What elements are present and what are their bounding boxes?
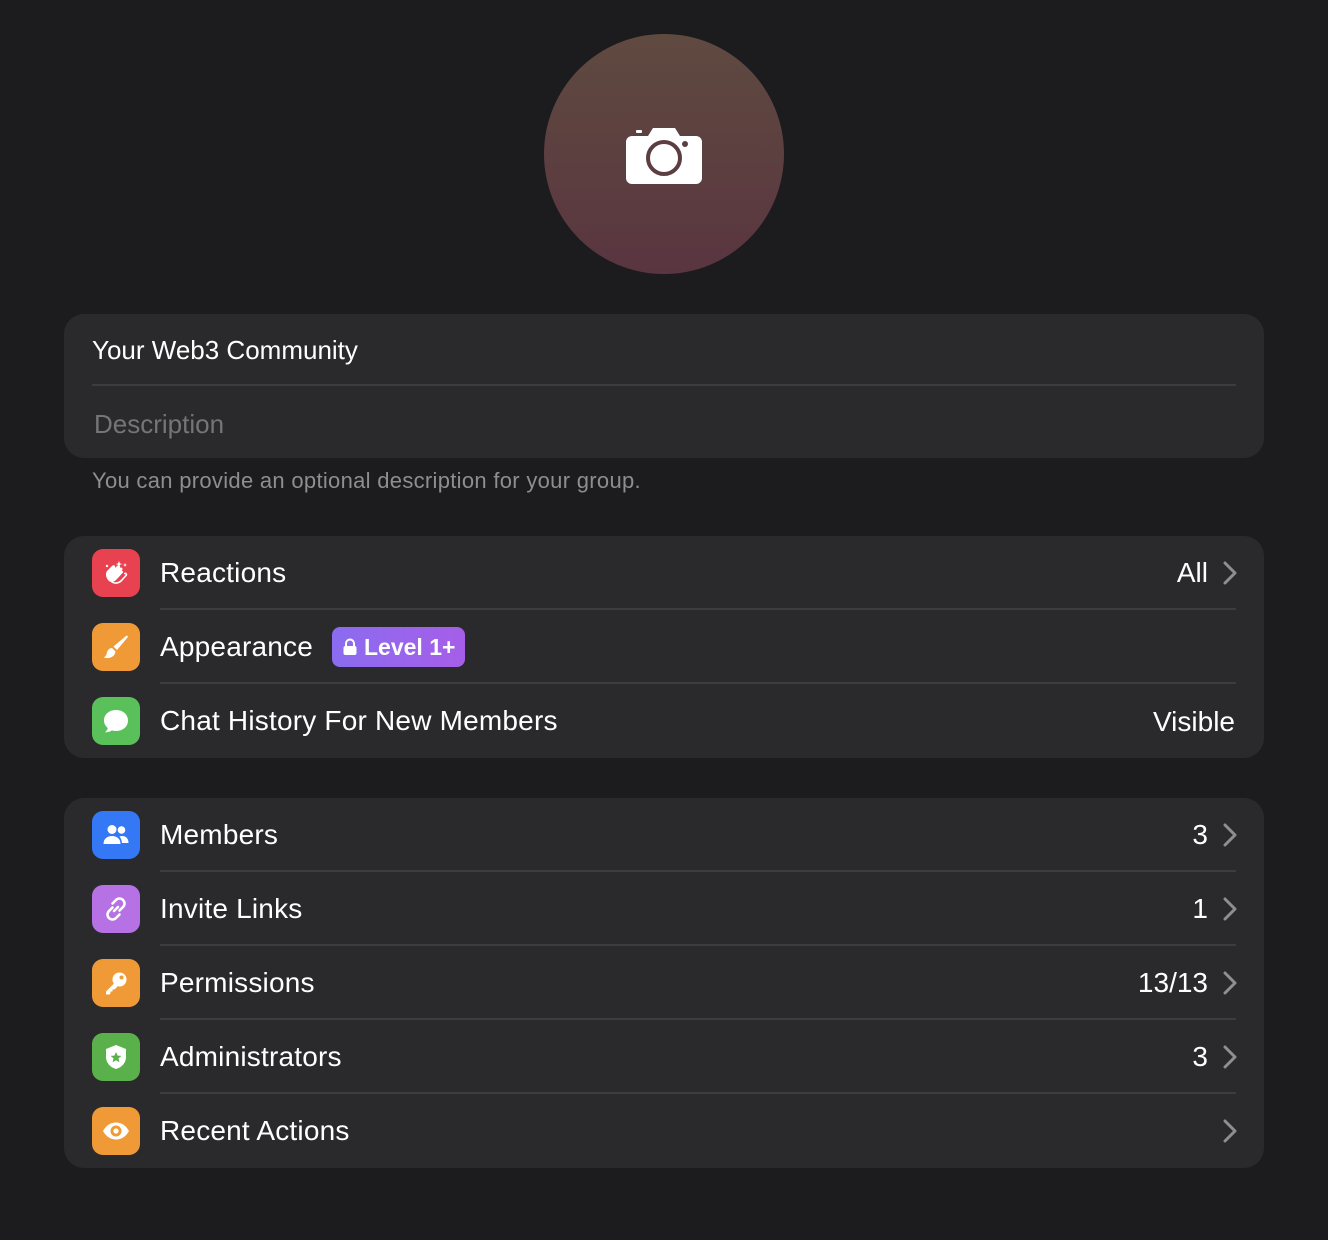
chevron-right-icon [1223, 1119, 1237, 1143]
administrators-count: 3 [1192, 1041, 1208, 1072]
description-helper-text: You can provide an optional description … [92, 468, 641, 493]
reactions-value: All [1176, 557, 1208, 588]
badge-shield-icon [92, 1033, 140, 1081]
recent-actions-label: Recent Actions [160, 1115, 350, 1146]
invite-links-row[interactable]: Invite Links 1 [64, 872, 1264, 946]
camera-icon [626, 128, 702, 184]
chat-history-label: Chat History For New Members [160, 705, 558, 736]
reactions-row[interactable]: Reactions All [64, 536, 1264, 610]
chevron-right-icon [1223, 561, 1237, 585]
description-field[interactable] [94, 388, 1236, 458]
group-name-field[interactable] [92, 314, 1236, 386]
permissions-row[interactable]: Permissions 13/13 [64, 946, 1264, 1020]
appearance-row[interactable]: Appearance Level 1+ [64, 610, 1264, 684]
reactions-label: Reactions [160, 557, 287, 588]
key-icon [92, 959, 140, 1007]
chat-history-row[interactable]: Chat History For New Members Visible [64, 684, 1264, 758]
level-badge: Level 1+ [332, 627, 466, 667]
chevron-right-icon [1223, 897, 1237, 921]
permissions-count: 13/13 [1137, 967, 1208, 998]
recent-actions-row[interactable]: Recent Actions [64, 1094, 1264, 1168]
group-manage-card: Members 3 Invite Links 1 Permissions 13/… [64, 798, 1264, 1168]
members-icon [92, 811, 140, 859]
chevron-right-icon [1223, 971, 1237, 995]
link-icon [92, 885, 140, 933]
lock-icon [343, 638, 357, 655]
level-badge-text: Level 1+ [364, 633, 456, 660]
members-row[interactable]: Members 3 [64, 798, 1264, 872]
eye-icon [92, 1107, 140, 1155]
chevron-right-icon [1223, 823, 1237, 847]
group-avatar-upload[interactable] [544, 34, 784, 274]
group-settings-card: Reactions All Appearance Level 1+ Chat H… [64, 536, 1264, 758]
group-settings-page: You can provide an optional description … [0, 0, 1328, 1240]
chat-history-value: Visible [1153, 706, 1235, 737]
clapping-hands-icon [92, 549, 140, 597]
appearance-label: Appearance [160, 631, 314, 662]
group-info-card [64, 314, 1264, 458]
paintbrush-icon [92, 623, 140, 671]
chevron-right-icon [1223, 1045, 1237, 1069]
chat-bubble-icon [92, 697, 140, 745]
administrators-row[interactable]: Administrators 3 [64, 1020, 1264, 1094]
divider [92, 384, 1236, 386]
permissions-label: Permissions [160, 967, 315, 998]
members-label: Members [160, 819, 279, 850]
members-count: 3 [1192, 819, 1208, 850]
invite-links-count: 1 [1192, 893, 1208, 924]
invite-links-label: Invite Links [160, 893, 303, 924]
administrators-label: Administrators [160, 1041, 342, 1072]
